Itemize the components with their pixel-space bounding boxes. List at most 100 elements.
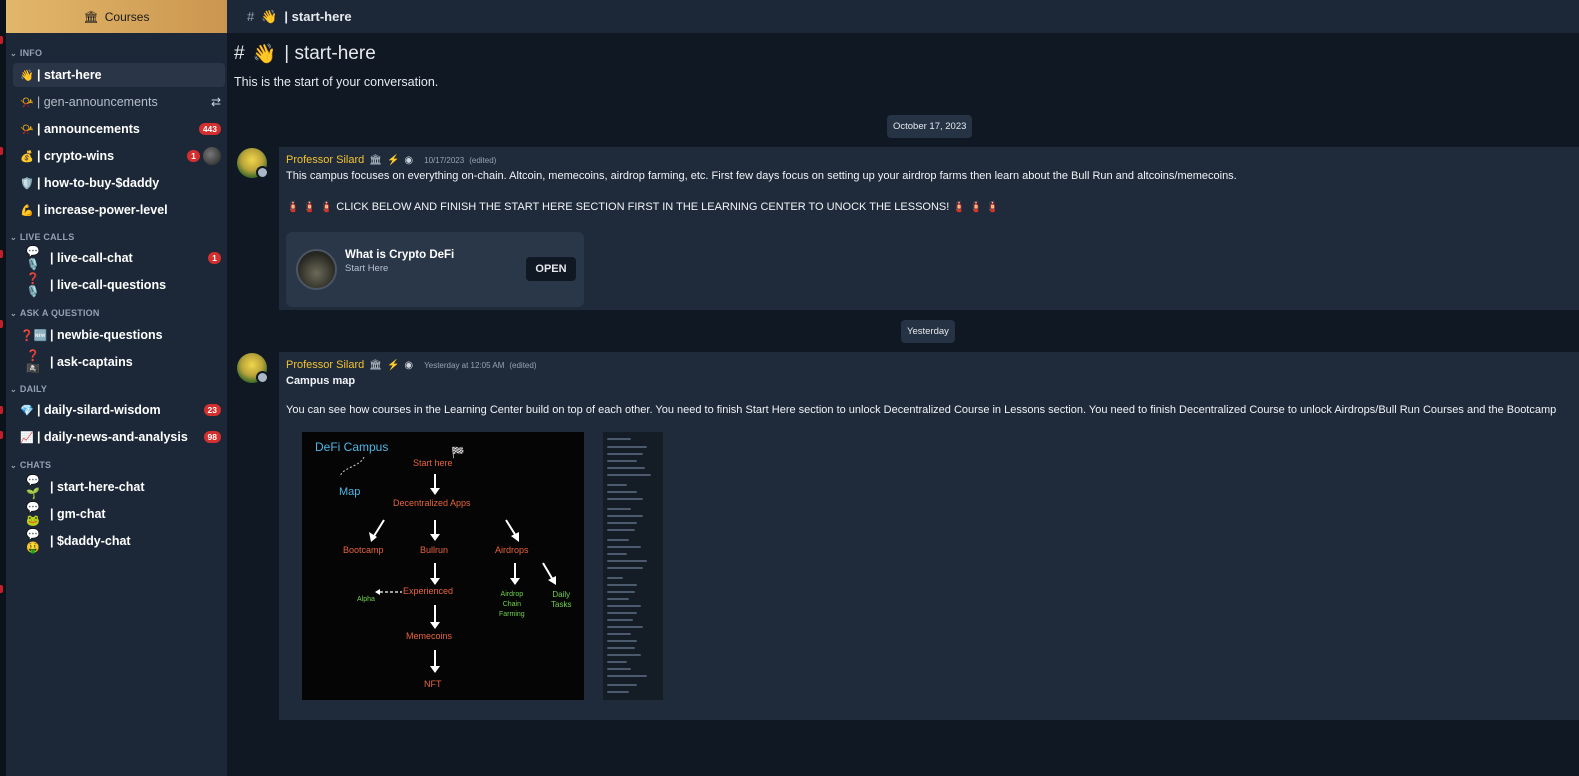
category-chats[interactable]: ⌄ CHATS <box>6 460 51 470</box>
bank-icon: 🏛 <box>369 359 382 371</box>
lightning-icon: ⚡ <box>386 359 400 371</box>
category-ask-a-question[interactable]: ⌄ ASK A QUESTION <box>6 308 100 318</box>
hash-icon: # <box>234 43 245 64</box>
channel-gen-announcements[interactable]: 📯 | gen-announcements ⇄ <box>13 90 225 114</box>
channel-daily-silard-wisdom[interactable]: 💎 | daily-silard-wisdom 23 <box>13 398 225 422</box>
swap-icon: ⇄ <box>210 95 221 109</box>
fire-extinguisher-icon: 🧯 🧯 🧯 <box>286 201 334 213</box>
chevron-down-icon: ⌄ <box>10 460 17 470</box>
node-daily-tasks: Daily Tasks <box>551 590 572 609</box>
channel-label: | announcements <box>37 122 140 136</box>
channel-label: | daily-silard-wisdom <box>37 403 161 417</box>
verified-icon: ◉ <box>404 154 414 166</box>
courses-button[interactable]: 🏛 Courses <box>6 0 227 33</box>
channel-gm-chat[interactable]: 💬🐸 | gm-chat <box>13 502 225 527</box>
chevron-down-icon: ⌄ <box>10 308 17 318</box>
chevron-down-icon: ⌄ <box>10 232 17 242</box>
channel-live-call-chat[interactable]: 💬🎙️ | live-call-chat 1 <box>13 246 225 271</box>
channel-label: | live-call-chat <box>50 251 133 265</box>
message-header: Professor Silard 🏛 ⚡ ◉ Yesterday at 12:0… <box>286 359 536 371</box>
category-info[interactable]: ⌄ INFO <box>6 48 42 58</box>
channel-daily-news-and-analysis[interactable]: 📈 | daily-news-and-analysis 98 <box>13 425 225 449</box>
chevron-down-icon: ⌄ <box>10 384 17 394</box>
channel-increase-power-level[interactable]: 💪 | increase-power-level <box>13 198 225 222</box>
channel-label: | live-call-questions <box>50 278 167 292</box>
lesson-thumbnail <box>296 249 337 290</box>
date-divider: October 17, 2023 <box>887 115 973 138</box>
node-bullrun: Bullrun <box>420 545 449 555</box>
channel-announcements[interactable]: 📯 | announcements 443 <box>13 117 225 141</box>
courses-label: Courses <box>104 9 150 24</box>
channel-daddy-chat[interactable]: 💬🤑 | $daddy-chat <box>13 529 225 554</box>
channel-newbie-questions[interactable]: ❓🆕 | newbie-questions <box>13 323 225 347</box>
node-airdrop-chain-farming: Airdrop Chain Farming <box>499 591 525 618</box>
channel-emoji: ❓🆕 <box>20 329 48 342</box>
channel-emoji: ❓🎙️ <box>26 273 40 298</box>
bank-icon: 🏛 <box>369 154 382 166</box>
unread-badge: 1 <box>208 252 221 264</box>
verified-icon: ◉ <box>404 359 414 371</box>
node-nft: NFT <box>424 679 442 689</box>
lesson-title: What is Crypto DeFi <box>345 249 455 261</box>
lesson-card: What is Crypto DeFi Start Here OPEN <box>286 232 584 307</box>
page-title: # 👋 | start-here <box>234 42 376 66</box>
author-name[interactable]: Professor Silard <box>286 359 364 371</box>
channel-start-here-chat[interactable]: 💬🌱 | start-here-chat <box>13 475 225 500</box>
unread-badge: 1 <box>187 150 200 162</box>
channel-label: | increase-power-level <box>37 203 168 217</box>
channel-live-call-questions[interactable]: ❓🎙️ | live-call-questions <box>13 273 225 298</box>
message-callout: 🧯 🧯 🧯 CLICK BELOW AND FINISH THE START H… <box>286 200 1000 213</box>
node-bootcamp: Bootcamp <box>343 545 384 555</box>
unread-badge: 98 <box>203 431 221 443</box>
timestamp: Yesterday at 12:05 AM <box>424 360 505 370</box>
bank-icon: 🏛 <box>83 9 99 24</box>
channel-start-here[interactable]: 👋 | start-here <box>13 63 225 87</box>
sidebar-screenshot-thumbnail[interactable] <box>603 432 663 700</box>
author-name[interactable]: Professor Silard <box>286 154 364 166</box>
channel-emoji: 🛡️ <box>20 177 34 190</box>
channel-emoji: 💬🐸 <box>26 502 40 527</box>
title-text: | start-here <box>284 43 376 64</box>
channel-label: | ask-captains <box>50 355 133 369</box>
chat-main: # 👋 | start-here # 👋 | start-here This i… <box>227 0 1579 776</box>
category-daily[interactable]: ⌄ DAILY <box>6 384 47 394</box>
lesson-subtitle: Start Here <box>345 263 389 274</box>
timestamp: 10/17/2023 <box>424 155 465 165</box>
avatar[interactable] <box>237 353 269 384</box>
avatar <box>203 147 221 165</box>
map-title: DeFi Campus <box>315 440 389 454</box>
channel-label: | gen-announcements <box>37 95 158 109</box>
map-subtitle: Map <box>339 486 361 498</box>
unread-badge: 443 <box>198 123 221 135</box>
channel-emoji: 💰 <box>20 150 34 163</box>
channel-label: | start-here <box>37 68 102 82</box>
channel-label: | start-here-chat <box>50 480 145 494</box>
node-memecoins: Memecoins <box>406 631 453 641</box>
topbar-emoji: 👋 <box>261 8 278 24</box>
hash-icon: # <box>247 9 255 24</box>
category-live-calls[interactable]: ⌄ LIVE CALLS <box>6 232 74 242</box>
message-title: Campus map <box>286 375 356 387</box>
channel-emoji: 💪 <box>20 204 34 217</box>
channel-how-to-buy-daddy[interactable]: 🛡️ | how-to-buy-$daddy <box>13 171 225 195</box>
checkered-flag-icon: 🏁 <box>451 447 465 459</box>
channel-label: | $daddy-chat <box>50 534 131 548</box>
fire-extinguisher-icon: 🧯 🧯 🧯 <box>952 201 1000 213</box>
channel-crypto-wins[interactable]: 💰 | crypto-wins 1 <box>13 144 225 168</box>
open-button[interactable]: OPEN <box>526 257 576 281</box>
channel-emoji: 💬🎙️ <box>26 246 40 271</box>
unread-badge: 23 <box>203 404 221 416</box>
channel-label: | how-to-buy-$daddy <box>37 176 160 190</box>
edited-label: (edited) <box>509 360 537 370</box>
node-airdrops: Airdrops <box>495 545 529 555</box>
chevron-down-icon: ⌄ <box>10 48 17 58</box>
channel-ask-captains[interactable]: ❓🏴‍☠️ | ask-captains <box>13 350 225 375</box>
channel-label: | crypto-wins <box>37 149 115 163</box>
avatar[interactable] <box>237 148 269 179</box>
channel-label: | gm-chat <box>50 507 106 521</box>
channel-emoji: 💎 <box>20 404 34 417</box>
channel-label: | newbie-questions <box>50 328 163 342</box>
channel-emoji: 👋 <box>20 69 34 82</box>
campus-map-image[interactable]: DeFi Campus Map Start here 🏁 Decentraliz… <box>302 432 584 700</box>
channel-emoji: 💬🌱 <box>26 475 40 500</box>
